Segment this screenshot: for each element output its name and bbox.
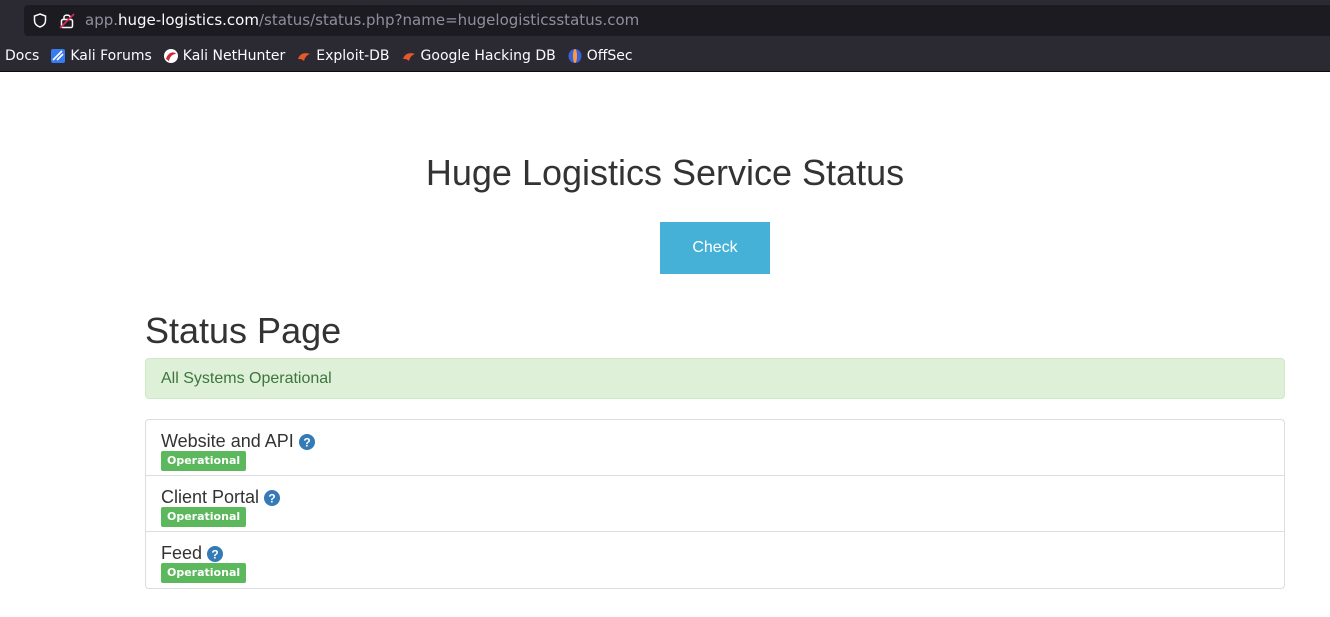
bookmark-exploit-db[interactable]: Exploit-DB <box>296 48 390 64</box>
bookmark-offsec[interactable]: OffSec <box>567 48 633 64</box>
page-title: Huge Logistics Service Status <box>425 152 905 193</box>
address-bar[interactable]: app.huge-logistics.com/status/status.php… <box>24 5 1330 36</box>
ghdb-icon <box>402 53 415 61</box>
svg-text:?: ? <box>303 435 310 449</box>
kali-forums-icon <box>51 49 66 63</box>
nethunter-icon <box>163 49 178 63</box>
service-name: Client Portal <box>161 487 260 507</box>
services-list: Website and API ? Operational Client Por… <box>145 419 1285 589</box>
service-item-website-api: Website and API ? Operational <box>146 420 1284 476</box>
status-badge: Operational <box>161 507 247 527</box>
service-item-feed: Feed ? Operational <box>146 532 1284 588</box>
svg-text:?: ? <box>211 547 218 561</box>
service-name: Website and API <box>161 431 294 451</box>
exploit-db-icon <box>298 53 311 61</box>
insecure-lock-icon[interactable] <box>59 12 75 29</box>
tracking-shield-icon[interactable] <box>33 13 47 28</box>
service-name: Feed <box>161 543 203 563</box>
system-status-alert: All Systems Operational <box>145 358 1285 399</box>
help-icon[interactable]: ? <box>264 489 281 506</box>
help-icon[interactable]: ? <box>207 545 224 562</box>
bookmark-docs[interactable]: Docs <box>5 48 39 64</box>
status-page-heading: Status Page <box>145 310 342 351</box>
status-badge: Operational <box>161 451 247 471</box>
help-icon[interactable]: ? <box>298 433 315 450</box>
url-text[interactable]: app.huge-logistics.com/status/status.php… <box>85 11 639 30</box>
bookmark-kali-forums[interactable]: Kali Forums <box>50 48 152 64</box>
bookmark-kali-nethunter[interactable]: Kali NetHunter <box>163 48 285 64</box>
offsec-icon <box>568 49 582 63</box>
bookmarks-toolbar: Docs Kali Forums Kali NetHunter Exploit-… <box>0 44 644 68</box>
service-item-client-portal: Client Portal ? Operational <box>146 476 1284 532</box>
browser-chrome: app.huge-logistics.com/status/status.php… <box>0 0 1330 72</box>
svg-text:?: ? <box>268 491 275 505</box>
page-content: Huge Logistics Service Status Check Stat… <box>0 72 1330 617</box>
status-badge: Operational <box>161 563 247 583</box>
check-button[interactable]: Check <box>660 222 770 274</box>
bookmark-google-hacking-db[interactable]: Google Hacking DB <box>401 48 556 64</box>
